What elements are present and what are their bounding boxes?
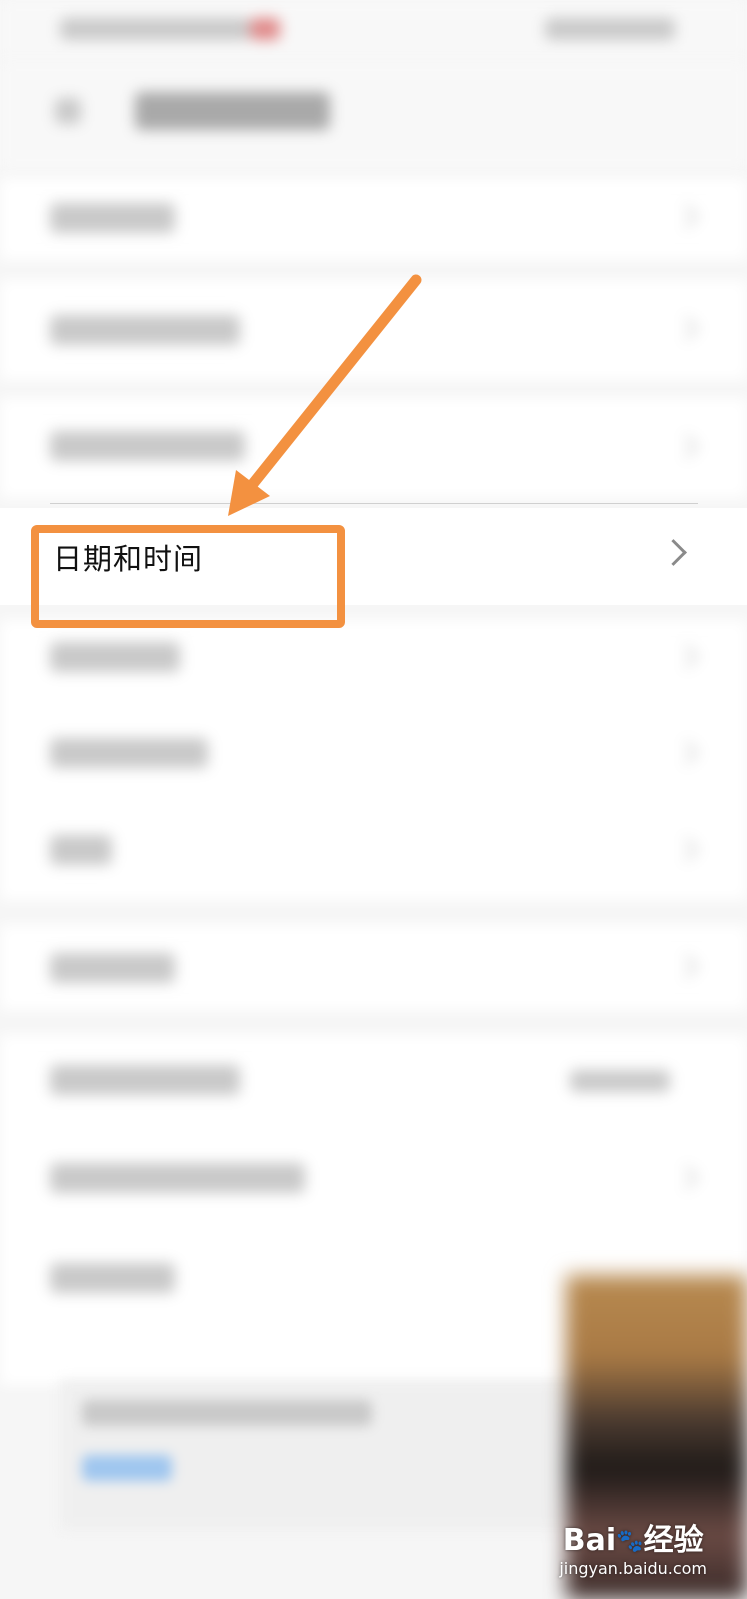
arrow-annotation: [228, 274, 422, 516]
baidu-logo: Bai🐾经验: [562, 1523, 704, 1558]
watermark: Bai🐾经验 jingyan.baidu.com: [559, 1515, 707, 1578]
paw-icon: 🐾: [616, 1529, 644, 1554]
watermark-url: jingyan.baidu.com: [559, 1559, 707, 1578]
